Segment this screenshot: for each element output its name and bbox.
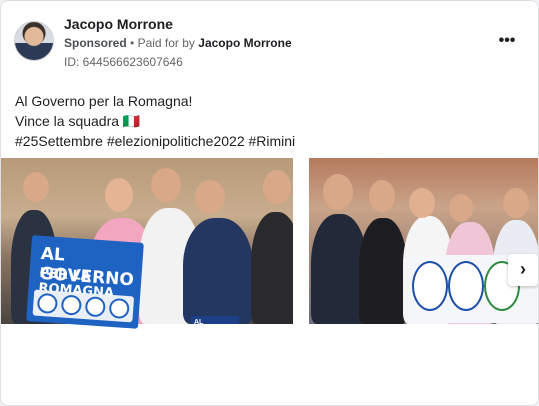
chevron-right-icon: › [520, 259, 526, 279]
post-line: Al Governo per la Romagna! [15, 93, 193, 109]
paid-for-by-label: Paid for by [137, 36, 195, 50]
post-text: Al Governo per la Romagna! Vince la squa… [15, 91, 295, 151]
ad-id: ID: 644566623607646 [64, 55, 183, 69]
more-options-button[interactable]: ••• [495, 31, 519, 51]
payer-name[interactable]: Jacopo Morrone [198, 36, 291, 50]
campaign-sign: AL GOVERNO PER LA ROMAGNA [26, 235, 144, 329]
sponsored-meta: Sponsored • Paid for by Jacopo Morrone [64, 36, 292, 50]
avatar[interactable] [14, 21, 54, 61]
ellipsis-icon: ••• [498, 32, 516, 49]
party-logos [32, 289, 135, 323]
post-line: #25Settembre #elezionipolitiche2022 #Rim… [15, 133, 296, 149]
author-name[interactable]: Jacopo Morrone [64, 16, 173, 32]
ad-post-card: Jacopo Morrone Sponsored • Paid for by J… [0, 0, 539, 406]
banner: AL GOVERNO [191, 316, 239, 324]
post-line: Vince la squadra 🇮🇹 [15, 113, 141, 129]
sponsored-label: Sponsored [64, 36, 127, 50]
meta-separator: • [130, 36, 135, 50]
carousel-next-button[interactable]: › [508, 254, 538, 286]
